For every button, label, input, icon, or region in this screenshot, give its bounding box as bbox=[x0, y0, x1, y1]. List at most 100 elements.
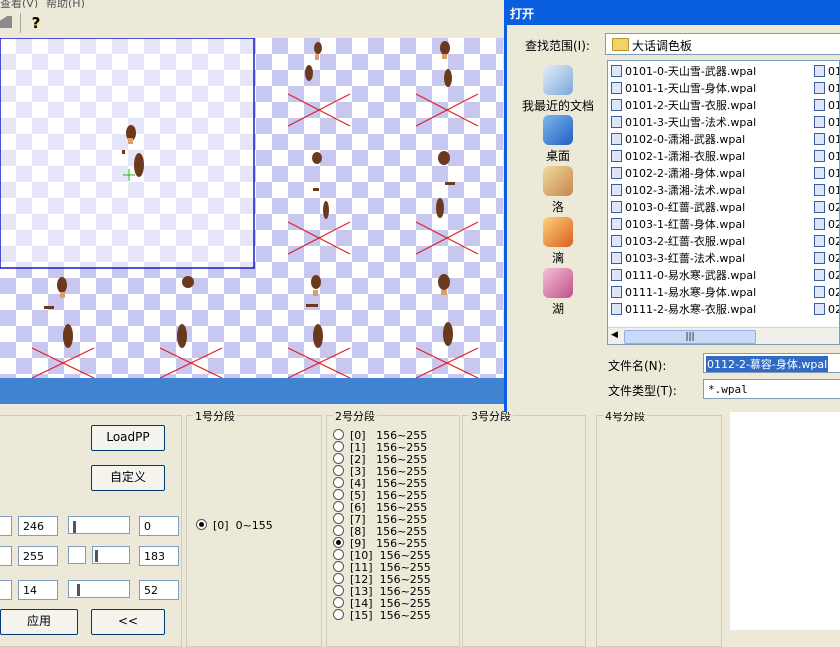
slider-2b[interactable] bbox=[92, 546, 130, 564]
file-icon bbox=[611, 269, 622, 281]
radio-dot[interactable] bbox=[196, 519, 207, 530]
file-icon bbox=[611, 184, 622, 196]
file-icon bbox=[611, 252, 622, 264]
sprite-canvas[interactable] bbox=[0, 38, 503, 378]
radio-dot[interactable] bbox=[333, 609, 344, 620]
place-hu[interactable]: 湖 bbox=[515, 268, 601, 317]
custom-button[interactable]: 自定义 bbox=[91, 465, 165, 491]
segment-1-radio-0[interactable]: [0] 0~155 bbox=[196, 519, 273, 532]
radio-dot[interactable] bbox=[333, 549, 344, 560]
place-li[interactable]: 漓 bbox=[515, 217, 601, 266]
file-item[interactable]: 0111-0-易水寒-武器.wpal bbox=[611, 267, 756, 284]
radio-dot[interactable] bbox=[333, 597, 344, 608]
file-item[interactable]: 01 bbox=[814, 165, 839, 182]
file-item[interactable]: 02 bbox=[814, 233, 839, 250]
file-icon bbox=[814, 269, 825, 281]
radio-dot[interactable] bbox=[333, 465, 344, 476]
radio-dot[interactable] bbox=[333, 525, 344, 536]
file-icon bbox=[611, 235, 622, 247]
place-luo[interactable]: 洛 bbox=[515, 166, 601, 215]
file-item[interactable]: 02 bbox=[814, 267, 839, 284]
segment-2-radio-15[interactable]: [15] 156~255 bbox=[333, 609, 431, 622]
value-field-a3[interactable] bbox=[0, 580, 12, 600]
file-name: 0103-0-红蔷-武器.wpal bbox=[625, 201, 746, 214]
value-field-a1[interactable] bbox=[0, 516, 12, 536]
file-item[interactable]: 02 bbox=[814, 301, 839, 318]
value-field-right-1[interactable]: 0 bbox=[139, 516, 179, 536]
back-button[interactable]: << bbox=[91, 609, 165, 635]
file-item[interactable]: 0102-1-潇湘-衣服.wpal bbox=[611, 148, 756, 165]
menu-view[interactable]: 查看(V) bbox=[0, 0, 38, 8]
radio-dot[interactable] bbox=[333, 489, 344, 500]
file-item[interactable]: 0101-0-天山雪-武器.wpal bbox=[611, 63, 756, 80]
file-item[interactable]: 02 bbox=[814, 199, 839, 216]
file-item[interactable]: 0111-2-易水寒-衣服.wpal bbox=[611, 301, 756, 318]
value-field-right-2[interactable]: 183 bbox=[139, 546, 179, 566]
radio-dot[interactable] bbox=[333, 513, 344, 524]
slider-2a[interactable] bbox=[68, 546, 86, 564]
slider-thumb-2[interactable] bbox=[95, 550, 98, 562]
radio-dot[interactable] bbox=[333, 477, 344, 488]
file-item[interactable]: 0102-2-潇湘-身体.wpal bbox=[611, 165, 756, 182]
file-item[interactable]: 0101-3-天山雪-法术.wpal bbox=[611, 114, 756, 131]
file-item[interactable]: 02 bbox=[814, 250, 839, 267]
file-item[interactable]: 0111-1-易水寒-身体.wpal bbox=[611, 284, 756, 301]
radio-dot[interactable] bbox=[333, 453, 344, 464]
file-item[interactable]: 01 bbox=[814, 182, 839, 199]
help-icon[interactable]: ? bbox=[28, 14, 44, 32]
file-item[interactable]: 01 bbox=[814, 63, 839, 80]
file-item[interactable]: 0102-0-潇湘-武器.wpal bbox=[611, 131, 756, 148]
file-item[interactable]: 0101-2-天山雪-衣服.wpal bbox=[611, 97, 756, 114]
value-field-left-1[interactable]: 246 bbox=[18, 516, 58, 536]
sprite-preview-grid bbox=[0, 38, 479, 378]
radio-dot[interactable] bbox=[333, 573, 344, 584]
radio-dot[interactable] bbox=[333, 441, 344, 452]
scroll-thumb[interactable]: ||| bbox=[624, 330, 756, 344]
lookin-combo[interactable]: 大话调色板 bbox=[605, 33, 840, 55]
file-list[interactable]: 0101-0-天山雪-武器.wpal 0101-1-天山雪-身体.wpal 0101… bbox=[607, 60, 840, 345]
file-item[interactable]: 02 bbox=[814, 216, 839, 233]
radio-dot[interactable] bbox=[333, 429, 344, 440]
value-field-a2[interactable] bbox=[0, 546, 12, 566]
file-item[interactable]: 01 bbox=[814, 148, 839, 165]
place-desktop[interactable]: 桌面 bbox=[515, 115, 601, 164]
place-recent[interactable]: 我最近的文档 bbox=[515, 65, 601, 114]
file-item[interactable]: 02 bbox=[814, 284, 839, 301]
value-field-left-2[interactable]: 255 bbox=[18, 546, 58, 566]
file-icon bbox=[814, 82, 825, 94]
filetype-select[interactable]: *.wpal bbox=[703, 379, 840, 399]
file-item[interactable]: 0103-0-红蔷-武器.wpal bbox=[611, 199, 756, 216]
segment-group-4: 4号分段 bbox=[596, 408, 722, 647]
slider-1[interactable] bbox=[68, 516, 130, 534]
scroll-left-icon[interactable]: ◀ bbox=[611, 330, 618, 340]
radio-dot[interactable] bbox=[333, 501, 344, 512]
slider-thumb-1[interactable] bbox=[73, 521, 76, 533]
radio-dot[interactable] bbox=[333, 585, 344, 596]
radio-dot[interactable] bbox=[333, 537, 344, 548]
file-item[interactable]: 0102-3-潇湘-法术.wpal bbox=[611, 182, 756, 199]
apply-button[interactable]: 应用 bbox=[0, 609, 78, 635]
menu-help[interactable]: 帮助(H) bbox=[46, 0, 85, 8]
file-item[interactable]: 01 bbox=[814, 114, 839, 131]
file-item[interactable]: 01 bbox=[814, 80, 839, 97]
value-field-right-3[interactable]: 52 bbox=[139, 580, 179, 600]
toolbar-icon[interactable] bbox=[0, 16, 12, 28]
file-icon bbox=[814, 303, 825, 315]
filename-input[interactable]: 0112-2-慕容-身体.wpal bbox=[703, 353, 840, 373]
file-item[interactable]: 0103-1-红蔷-身体.wpal bbox=[611, 216, 756, 233]
file-item[interactable]: 01 bbox=[814, 131, 839, 148]
file-item[interactable]: 0103-2-红蔷-衣服.wpal bbox=[611, 233, 756, 250]
file-name: 0101-0-天山雪-武器.wpal bbox=[625, 65, 757, 78]
place-label: 漓 bbox=[551, 251, 564, 265]
file-item[interactable]: 01 bbox=[814, 97, 839, 114]
file-item[interactable]: 0103-3-红蔷-法术.wpal bbox=[611, 250, 756, 267]
slider-thumb-3[interactable] bbox=[77, 584, 80, 596]
recent-documents-icon bbox=[543, 65, 573, 95]
horizontal-scrollbar[interactable]: ◀ ||| bbox=[608, 327, 839, 344]
radio-dot[interactable] bbox=[333, 561, 344, 572]
place-label: 桌面 bbox=[545, 149, 570, 163]
load-pp-button[interactable]: LoadPP bbox=[91, 425, 165, 451]
value-field-left-3[interactable]: 14 bbox=[18, 580, 58, 600]
slider-3[interactable] bbox=[68, 580, 130, 598]
file-item[interactable]: 0101-1-天山雪-身体.wpal bbox=[611, 80, 756, 97]
